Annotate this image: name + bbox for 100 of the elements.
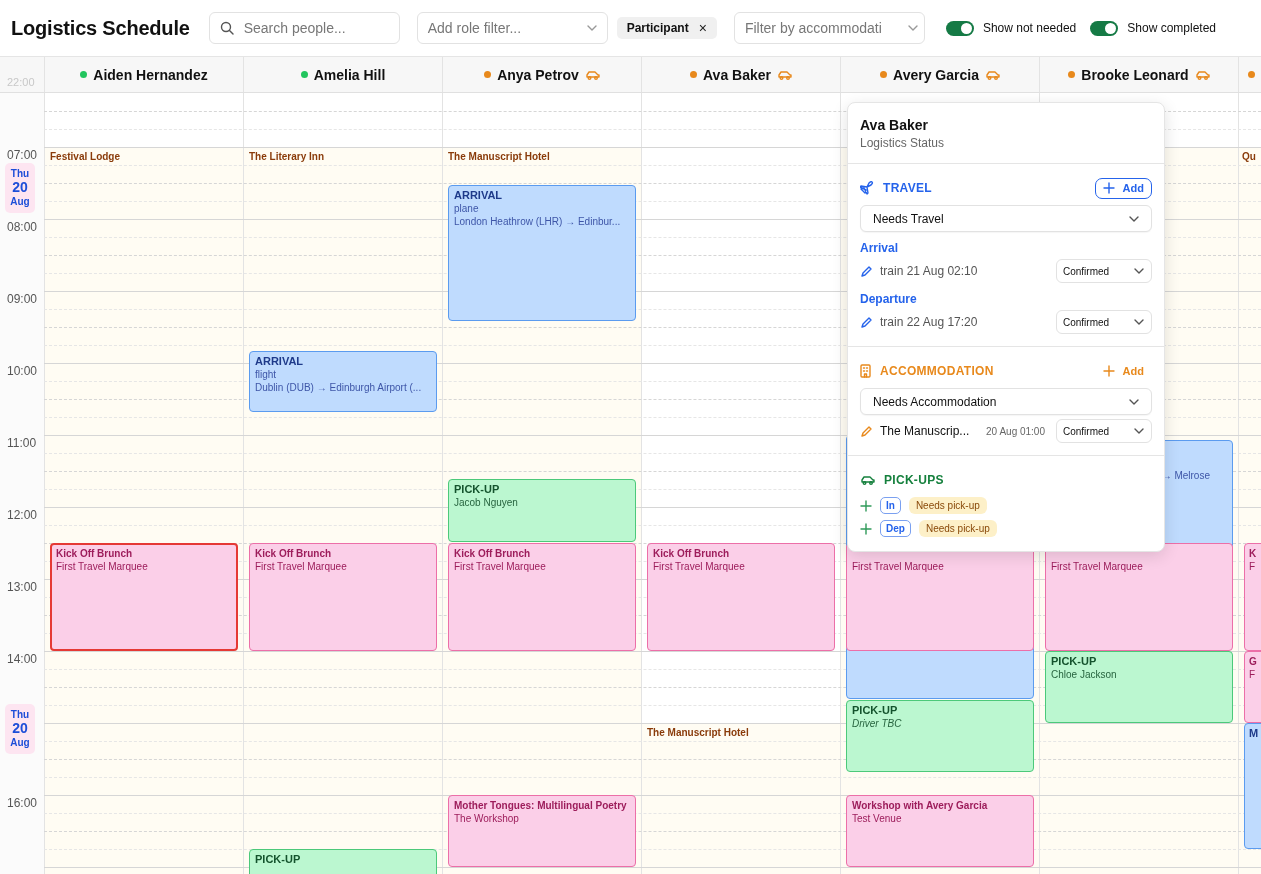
search-icon — [219, 21, 234, 35]
chevron-down-icon — [1134, 268, 1144, 274]
event-detail: Chloe Jackson — [1051, 668, 1117, 681]
add-icon[interactable] — [860, 499, 872, 512]
session-event[interactable]: K F — [1244, 543, 1261, 651]
edit-icon[interactable] — [860, 424, 873, 438]
group-label: Arrival — [860, 241, 900, 255]
chevron-down-icon — [1129, 398, 1139, 405]
event-title: Workshop with Avery Garcia — [852, 799, 988, 812]
event-detail: Jacob Nguyen — [454, 496, 518, 510]
time-label: 08:00 — [7, 220, 38, 234]
time-label: 13:00 — [7, 580, 38, 594]
status-dropdown[interactable]: Needs Travel — [860, 205, 1152, 232]
time-label: 14:00 — [7, 652, 38, 666]
date-badge: Thu 20 Aug — [5, 162, 35, 213]
event-detail: → Melrose — [1161, 468, 1210, 482]
status-dropdown[interactable]: Confirmed — [1056, 310, 1152, 334]
event-detail: First Travel Marquee — [454, 560, 546, 573]
event-title: Kick Off Brunch — [454, 547, 531, 560]
app-title: Logistics Schedule — [11, 16, 190, 40]
event-title: PICK-UP — [1051, 655, 1097, 668]
direction-tag: In — [880, 497, 901, 514]
time-label: 11:00 — [7, 436, 37, 450]
event-detail: First Travel Marquee — [1051, 560, 1143, 573]
toggle-switch[interactable] — [945, 20, 974, 36]
item-text: train 22 Aug 17:20 — [880, 315, 979, 329]
edit-icon[interactable] — [860, 264, 873, 278]
role-filter-dropdown[interactable]: Add role filter... — [416, 12, 608, 44]
section-title: ACCOMMODATION — [880, 364, 994, 378]
status-tag: Needs pick-up — [918, 520, 997, 537]
item-text: train 21 Aug 02:10 — [880, 264, 979, 278]
accommodation-filter-dropdown[interactable]: Filter by accommodati — [733, 12, 925, 44]
pickup-event[interactable]: PICK-UP Driver TBC — [846, 700, 1034, 773]
toggle-label: Show not needed — [982, 21, 1077, 35]
edit-icon[interactable] — [860, 315, 873, 329]
pickup-event[interactable]: PICK-UP — [249, 849, 437, 874]
section-title: TRAVEL — [883, 181, 932, 195]
status-dropdown[interactable]: Needs Accommodation — [860, 388, 1152, 415]
arrival-event[interactable]: ARRIVAL flight Dublin (DUB) → Edinburgh Airport (... — [249, 351, 437, 413]
plus-icon — [1102, 365, 1115, 377]
accommodation-label: The Manuscript Hotel — [448, 151, 550, 162]
event-detail: Test Venue — [852, 812, 902, 825]
event-detail: F — [1249, 560, 1256, 573]
car-icon — [860, 475, 875, 485]
event-title: PICK-UP — [454, 483, 500, 497]
event-title: Kick Off Brunch — [56, 547, 133, 560]
status-dropdown[interactable]: Confirmed — [1056, 259, 1152, 283]
time-label: 12:00 — [7, 508, 38, 522]
date-badge: Thu 20 Aug — [5, 703, 35, 754]
chevron-down-icon — [586, 25, 597, 31]
session-event[interactable]: Kick Off Brunch First Travel Marquee — [50, 543, 238, 651]
time-label: 09:00 — [7, 292, 38, 306]
session-event[interactable]: Kick Off Brunch First Travel Marquee — [448, 543, 636, 651]
session-event[interactable]: Kick Off Brunch First Travel Marquee — [647, 543, 835, 651]
event-title: M — [1249, 727, 1259, 740]
event-title: G — [1249, 655, 1257, 668]
chevron-down-icon — [1134, 428, 1144, 434]
session-event[interactable]: Kick Off Brunch First Travel Marquee — [249, 543, 437, 651]
person-name: Avery Garcia — [893, 66, 979, 83]
event-title: PICK-UP — [852, 704, 898, 718]
chevron-down-icon — [1134, 319, 1144, 325]
accommodation-label: Qu — [1242, 151, 1256, 162]
event-detail: plane — [454, 202, 479, 216]
event-detail: First Travel Marquee — [852, 560, 944, 573]
add-button[interactable]: Add — [1094, 177, 1152, 199]
person-name: Brooke Leonard — [1081, 66, 1189, 83]
arrival-event[interactable]: ARRIVAL plane London Heathrow (LHR) → Edinbur... — [448, 185, 636, 321]
pickup-event[interactable]: PICK-UP Jacob Nguyen — [448, 479, 636, 542]
person-name: Anya Petrov — [497, 66, 579, 83]
session-event[interactable]: G F — [1244, 651, 1261, 723]
plus-icon — [1102, 182, 1115, 194]
accommodation-label: The Literary Inn — [249, 151, 324, 162]
accommodation-label: The Manuscript Hotel — [647, 727, 749, 738]
popup-title: Ava Baker — [860, 117, 929, 133]
event-title: PICK-UP — [255, 853, 301, 866]
chevron-down-icon — [907, 25, 918, 31]
time-label: 10:00 — [7, 364, 38, 378]
search-field[interactable]: Search people... — [208, 12, 400, 44]
item-text: The Manuscrip... — [880, 424, 970, 438]
session-event[interactable]: Workshop with Avery Garcia Test Venue — [846, 795, 1034, 867]
arrival-event[interactable]: M — [1244, 723, 1261, 849]
remove-chip-button[interactable]: × — [698, 20, 707, 36]
event-title: ARRIVAL — [255, 355, 304, 368]
session-event[interactable]: Mother Tongues: Multilingual Poetry The Workshop — [448, 795, 636, 867]
event-detail: First Travel Marquee — [653, 560, 745, 573]
pickup-event[interactable]: PICK-UP Chloe Jackson — [1045, 651, 1233, 723]
event-title: Kick Off Brunch — [653, 547, 730, 560]
popup-subtitle: Logistics Status — [860, 136, 946, 150]
time-label: 07:00 — [7, 148, 38, 162]
status-dropdown[interactable]: Confirmed — [1056, 419, 1152, 443]
chip-label: Participant — [626, 21, 689, 35]
toggle-label: Show completed — [1127, 21, 1216, 35]
toggle-switch[interactable] — [1090, 20, 1119, 36]
event-detail: First Travel Marquee — [56, 560, 148, 573]
accommodation-label: Festival Lodge — [50, 151, 120, 162]
add-icon[interactable] — [860, 522, 872, 535]
session-event[interactable]: First Travel Marquee — [1045, 543, 1233, 651]
section-title: PICK-UPS — [884, 473, 944, 487]
event-detail: London Heathrow (LHR) → Edinbur... — [454, 215, 621, 229]
event-detail: flight — [255, 368, 277, 381]
